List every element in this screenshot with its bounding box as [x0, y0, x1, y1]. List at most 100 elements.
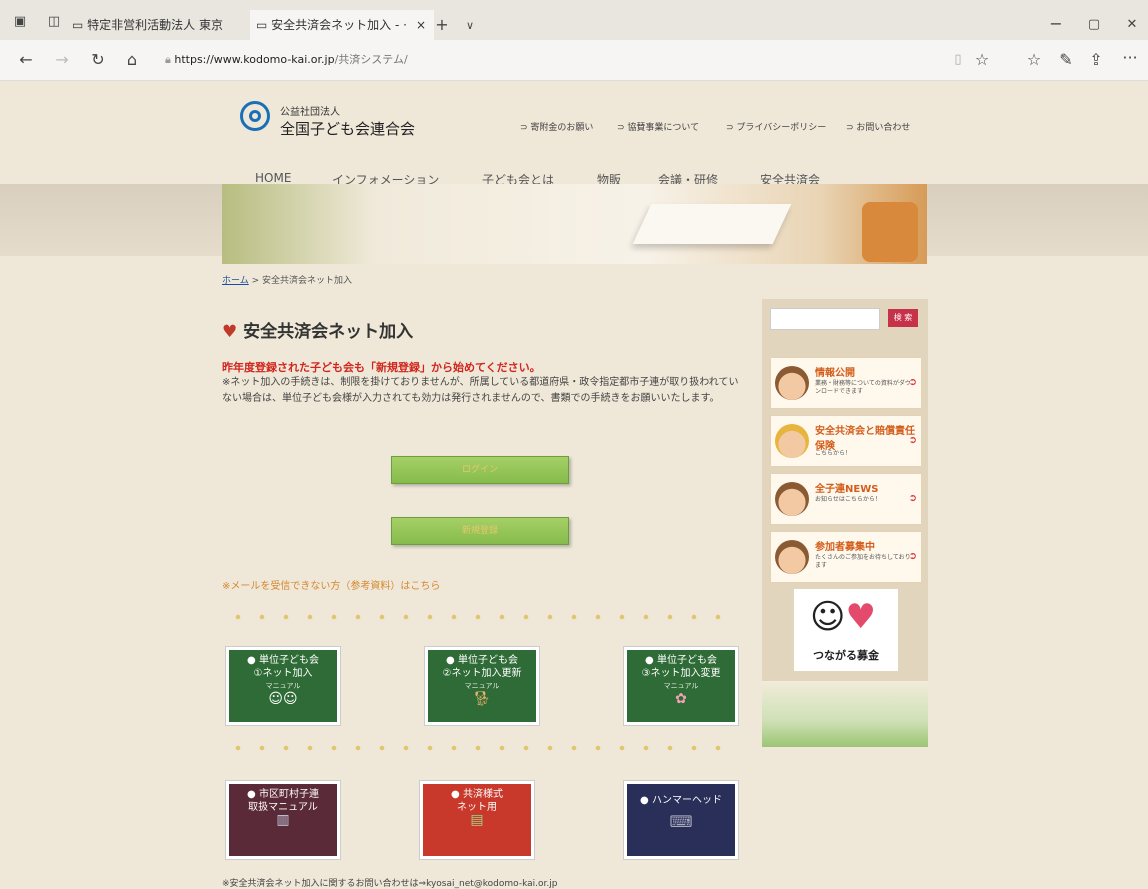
arrow-circle-icon: ➲: [908, 493, 917, 504]
tab-label: 安全共済会ネット加入 - ·: [271, 18, 407, 32]
tab-actions-icon[interactable]: ▣: [10, 12, 30, 32]
arrow-circle-icon: ➲: [908, 377, 917, 388]
manual-card-renew[interactable]: ● 単位子ども会 ②ネット加入更新 マニュアル 🐕︎: [425, 647, 539, 725]
arrow-circle-icon: ➲: [908, 551, 917, 562]
mail-help-link[interactable]: ※メールを受信できない方（参考資料）はこちら: [222, 577, 440, 592]
bokin-banner[interactable]: ☺♥︎ つながる募金: [794, 589, 898, 671]
sidebar-box-sub: こちらから！: [815, 450, 852, 457]
top-link-contact[interactable]: ⊃ お問い合わせ: [846, 120, 910, 133]
url-path: /共済システム/: [334, 53, 408, 66]
sidebar-box-title: 安全共済会と賠償責任保険: [815, 426, 915, 452]
notice-body: ※ネット加入の手続きは、制限を掛けておりませんが、所属している都道府県・政令指定…: [222, 377, 739, 404]
card-label-main: ③ネット加入変更: [641, 668, 721, 679]
dotted-divider: [226, 745, 736, 751]
lock-icon: 🔒︎: [165, 53, 175, 66]
close-icon[interactable]: ✕: [1122, 15, 1142, 35]
book-image: [632, 204, 792, 244]
card-label-main: ②ネット加入更新: [442, 668, 522, 679]
arrow-circle-icon: ➲: [908, 435, 917, 446]
boy-icon: [775, 540, 809, 574]
nav-home[interactable]: HOME: [255, 171, 291, 185]
top-link-donation[interactable]: ⊃ 寄附金のお願い: [520, 120, 593, 133]
sidebar-box-sub: たくさんのご参加をお待ちしております: [815, 554, 911, 569]
sidebar-landscape-image: [762, 681, 928, 747]
sidebar-insurance[interactable]: 安全共済会と賠償責任保険 こちらから！ ➲: [770, 415, 922, 467]
sidebar-box-title: 情報公開: [815, 368, 855, 379]
contact-note: ※安全共済会ネット加入に関するお問い合わせは⇒kyosai_net@kodomo…: [222, 879, 558, 889]
card-label-top: ● 共済様式: [451, 789, 503, 800]
top-link-sponsor[interactable]: ⊃ 協賛事業について: [617, 120, 699, 133]
card-label-sub: マニュアル: [265, 682, 301, 690]
card-label-main: ①ネット加入: [253, 668, 313, 679]
back-icon[interactable]: ←: [16, 50, 36, 70]
card-label-top: ● 単位子ども会: [247, 655, 319, 666]
top-link-privacy[interactable]: ⊃ プライバシーポリシー: [726, 120, 826, 133]
dotted-divider: [226, 614, 736, 620]
url-field[interactable]: 🔒︎ https://www.kodomo-kai.or.jp/共済システム/: [165, 48, 1005, 72]
dog-heart-icon: ☺♥︎: [810, 597, 876, 637]
sidebar-recruitment[interactable]: 参加者募集中 たくさんのご参加をお待ちしております ➲: [770, 531, 922, 583]
notice-headline: 昨年度登録された子ども会も「新規登録」から始めてください。: [222, 361, 541, 374]
page-icon: ▭: [256, 18, 272, 32]
card-label-sub: マニュアル: [663, 682, 699, 690]
mug-image: [862, 202, 918, 262]
minimize-icon[interactable]: −: [1046, 14, 1066, 34]
card-label-top: ● 市区町村子連: [247, 789, 319, 800]
card-label-top: ● 単位子ども会: [645, 655, 717, 666]
card-label-top: ● 単位子ども会: [446, 655, 518, 666]
breadcrumb-current: 安全共済会ネット加入: [262, 276, 353, 286]
sidebar-box-title: 全子連NEWS: [815, 484, 879, 495]
forward-icon[interactable]: →: [52, 50, 72, 70]
sidebar-box-sub: お知らせはこちらから！: [815, 496, 881, 503]
favorites-list-icon[interactable]: ☆: [1024, 50, 1044, 70]
sidebar-info-disclosure[interactable]: 情報公開 業務・財務等についての資料がダウンロードできます ➲: [770, 357, 922, 409]
new-tab-icon[interactable]: +: [432, 15, 452, 35]
dog-icon: 🐕︎: [473, 691, 491, 707]
header-banner-image: [222, 184, 927, 264]
tab-menu-icon[interactable]: ∨: [460, 16, 480, 36]
heart-icon: ♥︎: [222, 322, 244, 342]
manual-card-join[interactable]: ● 単位子ども会 ①ネット加入 マニュアル ☺☺: [226, 647, 340, 725]
breadcrumb-home[interactable]: ホーム: [222, 276, 249, 286]
pen-icon[interactable]: ✎: [1056, 50, 1076, 70]
flower-icon: ✿: [675, 691, 687, 707]
register-button[interactable]: 新規登録: [391, 517, 569, 545]
boy-icon: [775, 366, 809, 400]
org-type: 公益社団法人: [280, 107, 340, 118]
home-icon[interactable]: ⌂: [122, 50, 142, 70]
url-domain: https://www.kodomo-kai.or.jp: [174, 53, 335, 66]
children-icon: ☺☺: [268, 691, 298, 707]
page-title: ♥︎ 安全共済会ネット加入: [222, 322, 414, 342]
tab-preview-icon[interactable]: ◫: [44, 12, 64, 32]
login-button[interactable]: ログイン: [391, 456, 569, 484]
sidebar-box-title: 参加者募集中: [815, 542, 875, 553]
manual-card-change[interactable]: ● 単位子ども会 ③ネット加入変更 マニュアル ✿: [624, 647, 738, 725]
breadcrumb: ホーム > 安全共済会ネット加入: [222, 273, 352, 286]
tab-active[interactable]: ▭ 安全共済会ネット加入 - · ×: [250, 10, 434, 40]
girl-icon: [775, 424, 809, 458]
tab-inactive[interactable]: ▭ 特定非営利活動法人 東京: [72, 10, 242, 40]
favorite-star-icon[interactable]: ☆: [972, 50, 992, 70]
building-icon: ▥: [276, 812, 290, 828]
refresh-icon[interactable]: ↻: [88, 50, 108, 70]
sidebar-news[interactable]: 全子連NEWS お知らせはこちらから！ ➲: [770, 473, 922, 525]
org-name[interactable]: 全国子ども会連合会: [280, 118, 415, 139]
tab-close-icon[interactable]: ×: [416, 10, 426, 40]
maximize-icon[interactable]: ▢: [1084, 15, 1104, 35]
browser-tab-bar: ▣ ◫ ▭ 特定非営利活動法人 東京 ▭ 安全共済会ネット加入 - · × + …: [0, 0, 1148, 40]
hammerhead-card[interactable]: ● ハンマーヘッド ⌨: [624, 781, 738, 859]
share-icon[interactable]: ⇪: [1086, 50, 1106, 70]
documents-icon: ▤: [470, 812, 484, 828]
laptop-icon: ⌨: [669, 812, 693, 831]
address-bar-row: ← → ↻ ⌂ 🔒︎ https://www.kodomo-kai.or.jp/…: [0, 40, 1148, 81]
bokin-label: つながる募金: [813, 649, 879, 662]
more-icon[interactable]: ···: [1120, 48, 1140, 68]
municipal-manual-card[interactable]: ● 市区町村子連 取扱マニュアル ▥: [226, 781, 340, 859]
page-content: 公益社団法人 全国子ども会連合会 ⊃ 寄附金のお願い ⊃ 協賛事業について ⊃ …: [0, 81, 1148, 889]
forms-card[interactable]: ● 共済様式 ネット用 ▤: [420, 781, 534, 859]
search-button[interactable]: 検 索: [888, 309, 918, 327]
search-input[interactable]: [770, 308, 880, 330]
boy-icon: [775, 482, 809, 516]
org-logo-icon[interactable]: [240, 101, 270, 131]
reading-view-icon[interactable]: ▯: [948, 50, 968, 70]
